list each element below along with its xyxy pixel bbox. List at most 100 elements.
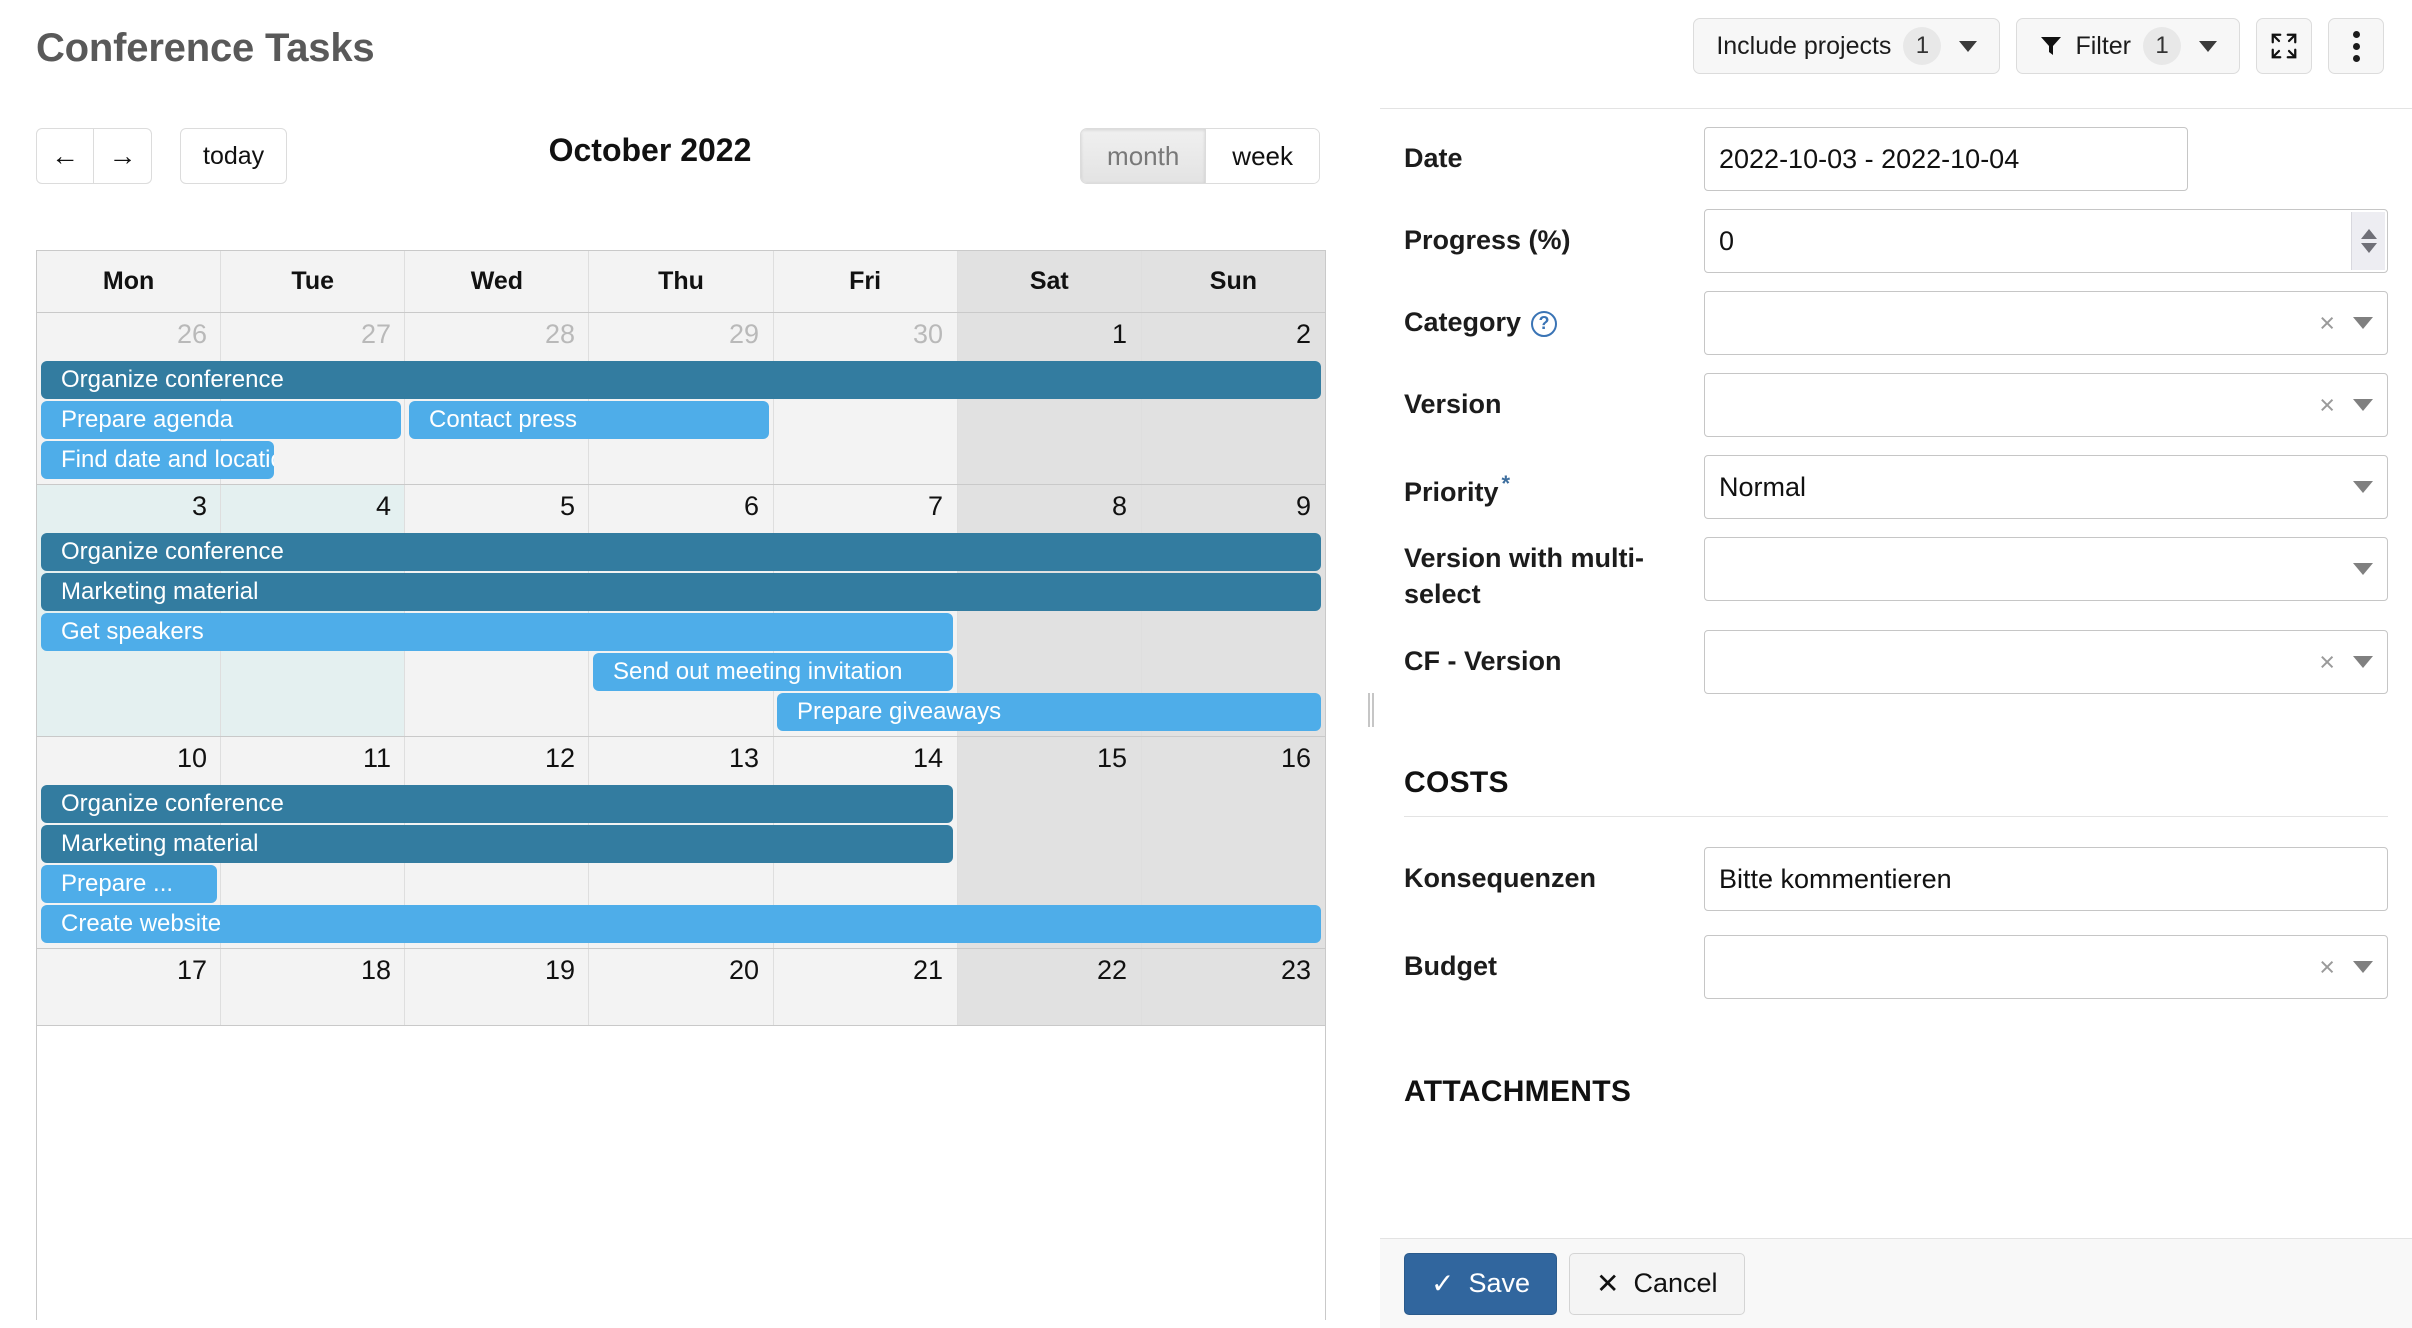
- close-icon: ✕: [1596, 1267, 1620, 1299]
- section-divider: [1404, 816, 2388, 818]
- calendar-toolbar: ← → today October 2022 month week: [0, 108, 1362, 198]
- day-number[interactable]: 17: [37, 949, 221, 997]
- category-select[interactable]: ×: [1704, 291, 2388, 355]
- calendar-event-bar[interactable]: Organize conference: [41, 361, 1321, 399]
- day-number[interactable]: 8: [957, 485, 1141, 533]
- day-number[interactable]: 22: [957, 949, 1141, 997]
- week-events: [37, 997, 1325, 1025]
- view-month-button[interactable]: month: [1081, 129, 1207, 183]
- clear-icon[interactable]: ×: [2319, 391, 2335, 419]
- clear-icon[interactable]: ×: [2319, 648, 2335, 676]
- costs-section-heading: COSTS: [1404, 766, 1509, 800]
- form-action-bar: ✓ Save ✕ Cancel: [1380, 1238, 2412, 1328]
- version-multi-select[interactable]: [1704, 537, 2388, 601]
- calendar-event-bar[interactable]: Organize conference: [41, 785, 953, 823]
- calendar-event-bar[interactable]: Organize conference: [41, 533, 1321, 571]
- day-number[interactable]: 27: [221, 313, 405, 361]
- date-input[interactable]: 2022-10-03 - 2022-10-04: [1704, 127, 2188, 191]
- stepper-down-icon[interactable]: [2360, 243, 2377, 253]
- day-number[interactable]: 15: [957, 737, 1141, 785]
- save-button[interactable]: ✓ Save: [1404, 1252, 1558, 1315]
- day-number[interactable]: 16: [1141, 737, 1325, 785]
- priority-select[interactable]: Normal: [1704, 455, 2388, 519]
- check-icon: ✓: [1431, 1267, 1455, 1299]
- day-number[interactable]: 29: [589, 313, 773, 361]
- day-number[interactable]: 20: [589, 949, 773, 997]
- progress-input[interactable]: 0: [1704, 209, 2388, 273]
- calendar-event-bar[interactable]: Get speakers: [41, 613, 953, 651]
- chevron-down-icon[interactable]: [2353, 656, 2373, 669]
- progress-stepper[interactable]: [2351, 212, 2385, 270]
- include-projects-button[interactable]: Include projects 1: [1693, 18, 2001, 74]
- day-number[interactable]: 10: [37, 737, 221, 785]
- filter-count: 1: [2143, 27, 2181, 65]
- day-number-row: 26 27 28 29 30 1 2: [37, 313, 1325, 361]
- fullscreen-button[interactable]: [2256, 18, 2312, 74]
- version-select[interactable]: ×: [1704, 373, 2388, 437]
- day-number[interactable]: 6: [589, 485, 773, 533]
- cf-version-select[interactable]: ×: [1704, 630, 2388, 695]
- progress-label: Progress (%): [1404, 225, 1571, 255]
- day-number[interactable]: 18: [221, 949, 405, 997]
- pane-splitter[interactable]: [1362, 108, 1380, 1328]
- calendar-pane: ← → today October 2022 month week Mon Tue…: [0, 108, 1362, 1328]
- page-title: Conference Tasks: [36, 26, 375, 70]
- version-label: Version: [1404, 389, 1502, 419]
- more-options-button[interactable]: [2328, 18, 2384, 74]
- calendar-event-bar[interactable]: Prepare agenda: [41, 401, 401, 439]
- day-number[interactable]: 11: [221, 737, 405, 785]
- day-number[interactable]: 9: [1141, 485, 1325, 533]
- chevron-down-icon[interactable]: [2353, 317, 2373, 329]
- field-row-version-multi: Version with multi-select: [1380, 537, 2412, 612]
- include-projects-label: Include projects: [1716, 31, 1892, 60]
- chevron-down-icon[interactable]: [2353, 399, 2373, 411]
- day-number[interactable]: 1: [957, 313, 1141, 361]
- calendar-week-row: 10 11 12 13 14 15 16 Organize conference Marketi…: [37, 737, 1325, 949]
- priority-label: Priority *: [1404, 471, 1511, 507]
- calendar-weeks-host: 26 27 28 29 30 1 2 Organize conference Prepare a…: [37, 313, 1325, 1026]
- day-number[interactable]: 5: [405, 485, 589, 533]
- day-number[interactable]: 21: [773, 949, 957, 997]
- calendar-event-bar[interactable]: Marketing material: [41, 825, 953, 863]
- chevron-down-icon[interactable]: [2353, 481, 2373, 493]
- field-row-konsequenzen: Konsequenzen Bitte kommentieren: [1380, 847, 2412, 912]
- chevron-down-icon[interactable]: [2353, 961, 2373, 974]
- clear-icon[interactable]: ×: [2319, 309, 2335, 337]
- day-number[interactable]: 30: [773, 313, 957, 361]
- question-mark-icon[interactable]: ?: [1531, 310, 1558, 337]
- calendar-grid: Mon Tue Wed Thu Fri Sat Sun 26 27 28 29 30 1 2 Organi…: [36, 250, 1326, 1320]
- priority-value: Normal: [1719, 471, 1807, 502]
- day-number[interactable]: 14: [773, 737, 957, 785]
- day-number[interactable]: 13: [589, 737, 773, 785]
- field-row-priority: Priority * Normal: [1380, 455, 2412, 519]
- konsequenzen-value: Bitte kommentieren: [1719, 863, 1952, 894]
- day-number[interactable]: 4: [221, 485, 405, 533]
- cancel-button[interactable]: ✕ Cancel: [1569, 1252, 1745, 1315]
- chevron-down-icon[interactable]: [2353, 563, 2373, 575]
- day-number[interactable]: 26: [37, 313, 221, 361]
- calendar-day-header: Thu: [589, 251, 774, 312]
- view-week-button[interactable]: week: [1206, 129, 1319, 183]
- day-number[interactable]: 7: [773, 485, 957, 533]
- calendar-event-bar[interactable]: Marketing material: [41, 573, 1321, 611]
- day-number[interactable]: 2: [1141, 313, 1325, 361]
- day-number[interactable]: 23: [1141, 949, 1325, 997]
- calendar-event-bar[interactable]: Create website: [41, 905, 1321, 943]
- konsequenzen-input[interactable]: Bitte kommentieren: [1704, 847, 2388, 912]
- calendar-event-bar[interactable]: Contact press: [408, 401, 769, 439]
- day-number[interactable]: 12: [405, 737, 589, 785]
- calendar-event-bar[interactable]: Send out meeting invitation: [593, 653, 953, 691]
- category-label: Category?: [1404, 291, 1704, 341]
- budget-select[interactable]: ×: [1704, 935, 2388, 1000]
- field-row-cf-version: CF - Version ×: [1380, 630, 2412, 695]
- day-number[interactable]: 3: [37, 485, 221, 533]
- day-number[interactable]: 19: [405, 949, 589, 997]
- day-number[interactable]: 28: [405, 313, 589, 361]
- filter-button[interactable]: Filter 1: [2016, 18, 2240, 74]
- calendar-day-header: Mon: [37, 251, 222, 312]
- calendar-event-bar[interactable]: Prepare ...: [41, 865, 217, 903]
- calendar-event-bar[interactable]: Prepare giveaways: [776, 693, 1321, 731]
- clear-icon[interactable]: ×: [2319, 953, 2335, 981]
- stepper-up-icon[interactable]: [2360, 229, 2377, 239]
- calendar-event-bar[interactable]: Find date and location: [41, 441, 275, 479]
